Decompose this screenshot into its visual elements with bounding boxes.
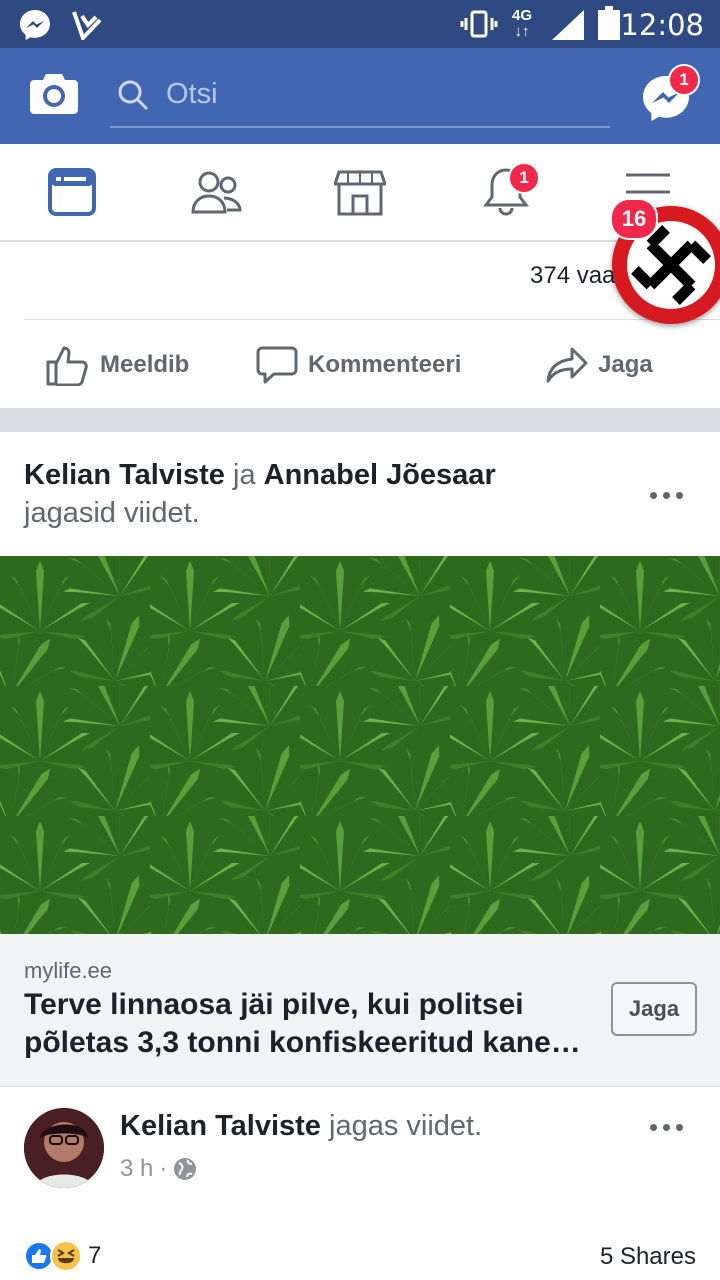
feed-separator [0,408,720,432]
post-action: jagas viidet. [320,1110,483,1142]
link-image[interactable] [0,556,720,934]
reactions-summary[interactable]: 7 [24,1240,101,1272]
post-meta: 3 h · [120,1155,197,1183]
messenger-button[interactable]: 1 [640,64,700,124]
vibrate-icon [460,10,498,38]
marketplace-icon[interactable] [334,168,386,218]
network-type: 4G ↓↑ [512,7,533,40]
like-button[interactable]: Meeldib [46,340,189,390]
news-feed-icon[interactable] [48,168,96,216]
link-title: Terve linnaosa jäi pilve, kui politsei p… [24,988,581,1059]
comment-label: Kommenteeri [308,351,462,378]
reaction-count[interactable]: 374 vaa [530,262,615,290]
notifications-badge: 1 [508,162,540,194]
like-icon [46,346,88,386]
clock: 12:08 [620,8,704,42]
camera-icon[interactable] [30,72,78,116]
post-header: Kelian Talviste ja Annabel Jõesaar jagas… [24,456,624,532]
app-header: Otsi 1 [0,48,720,144]
meta-separator: · [159,1155,168,1182]
globe-icon [174,1158,197,1180]
post-author[interactable]: Kelian Talviste [24,459,225,491]
chat-head-badge: 16 [610,198,658,240]
link-domain: mylife.ee [24,958,113,983]
search-input[interactable]: Otsi [166,78,218,111]
post-author[interactable]: Annabel Jõesaar [264,459,496,491]
post-header: Kelian Talviste jagas viidet. [120,1110,482,1143]
divider [24,319,720,320]
messenger-badge: 1 [668,64,700,96]
link-preview[interactable]: mylife.ee Terve linnaosa jäi pilve, kui … [0,934,720,1087]
battery-icon [598,6,620,40]
more-options-icon[interactable] [650,1124,690,1134]
like-label: Meeldib [100,351,190,378]
comment-icon [256,346,298,384]
share-icon [546,347,588,383]
signal-icon [552,10,584,40]
comment-button[interactable]: Kommenteeri [256,340,461,390]
share-label: Jaga [598,351,653,378]
reaction-count: 7 [88,1242,102,1269]
conjunction: ja [224,459,264,491]
notifications-tab[interactable]: 1 [482,162,540,220]
more-options-icon[interactable] [650,492,690,502]
search-underline [110,126,610,128]
messenger-icon [20,10,50,40]
check-app-icon [72,11,102,40]
share-count[interactable]: 5 Shares [600,1243,696,1271]
share-button[interactable]: Jaga [546,340,653,390]
friends-icon[interactable] [190,168,244,216]
post-author[interactable]: Kelian Talviste [120,1110,321,1142]
post-time[interactable]: 3 h [120,1155,153,1183]
share-link-button[interactable]: Jaga [611,982,697,1036]
avatar[interactable] [24,1108,104,1188]
status-bar: 4G ↓↑ 12:08 [0,0,720,48]
search-icon [118,80,149,111]
haha-reaction-icon [50,1240,82,1272]
post-action: jagasid viidet. [24,497,200,529]
